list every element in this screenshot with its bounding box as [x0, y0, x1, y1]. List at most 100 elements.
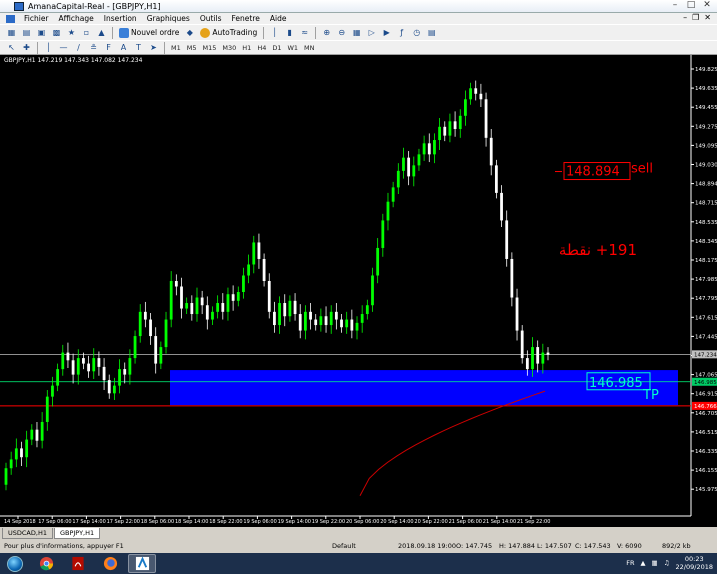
timeframe-h1[interactable]: H1	[239, 44, 254, 52]
autotrading-button[interactable]: AutoTrading	[200, 27, 257, 38]
channel-icon[interactable]: ≗	[88, 42, 99, 53]
new-chart-icon[interactable]: ▦	[6, 27, 17, 38]
menu-insertion[interactable]: Insertion	[99, 14, 142, 23]
trendline-icon[interactable]: ∕	[73, 42, 84, 53]
bar-chart-icon[interactable]: │	[269, 27, 280, 38]
candle-body	[427, 143, 431, 155]
autoscroll-icon[interactable]: ▷	[366, 27, 377, 38]
status-high: H: 147.884	[499, 542, 536, 550]
line-chart-icon[interactable]: ≈	[299, 27, 310, 38]
tray-language[interactable]: FR	[626, 559, 634, 567]
timeframe-m1[interactable]: M1	[168, 44, 184, 52]
candlestick-icon[interactable]: ▮	[284, 27, 295, 38]
timeframe-m5[interactable]: M5	[184, 44, 200, 52]
fibonacci-icon[interactable]: F	[103, 42, 114, 53]
new-order-button[interactable]: Nouvel ordre	[119, 27, 179, 38]
mdi-restore-button[interactable]: ❐	[692, 13, 699, 22]
tab-usdcad[interactable]: USDCAD,H1	[2, 528, 53, 539]
candle-body	[371, 275, 374, 306]
text-tool-icon[interactable]: A	[118, 42, 129, 53]
timeframe-d1[interactable]: D1	[269, 44, 284, 52]
metaeditor-icon[interactable]: ◆	[184, 27, 195, 38]
tester-icon[interactable]: ▲	[96, 27, 107, 38]
tp-text-label: TP	[642, 388, 659, 403]
profiles-icon[interactable]: ▤	[21, 27, 32, 38]
candle-body	[360, 314, 364, 323]
tab-gbpjpy[interactable]: GBPJPY,H1	[53, 528, 101, 539]
candle-body	[195, 297, 199, 315]
candle-body	[422, 143, 426, 155]
chart-area[interactable]: 149.825 149.635 149.455 149.275 149.095 149.0…	[0, 55, 717, 527]
horizontal-line-icon[interactable]: —	[58, 42, 69, 53]
menu-bar: Fichier Affichage Insertion Graphiques O…	[0, 13, 717, 24]
tile-windows-icon[interactable]: ▦	[351, 27, 362, 38]
menu-aide[interactable]: Aide	[265, 14, 292, 23]
candle-body	[180, 286, 183, 309]
chart-shift-icon[interactable]: ▶	[381, 27, 392, 38]
zoom-in-icon[interactable]: ⊕	[321, 27, 332, 38]
standard-toolbar: ▦ ▤ ▣ ▩ ★ ▫ ▲ Nouvel ordre ◆ AutoTrading…	[0, 24, 717, 40]
candle-body	[489, 137, 493, 166]
periods-icon[interactable]: ◷	[411, 27, 422, 38]
candle-body	[164, 319, 168, 348]
timeframe-m15[interactable]: M15	[200, 44, 220, 52]
menu-outils[interactable]: Outils	[195, 14, 227, 23]
taskbar-chrome[interactable]	[32, 554, 60, 573]
crosshair-icon[interactable]: ✚	[21, 42, 32, 53]
arrow-tool-icon[interactable]: ➤	[148, 42, 159, 53]
vertical-line-icon[interactable]: │	[43, 42, 54, 53]
mdi-close-button[interactable]: ✕	[704, 13, 711, 22]
start-button[interactable]	[0, 553, 30, 574]
timeframe-h4[interactable]: H4	[254, 44, 269, 52]
status-datetime: 2018.09.18 19:00	[398, 542, 457, 550]
templates-icon[interactable]: ▤	[426, 27, 437, 38]
timeframe-w1[interactable]: W1	[284, 44, 301, 52]
price-chart[interactable]: 149.825 149.635 149.455 149.275 149.095 149.0…	[0, 55, 717, 527]
time-tick-label: 20 Sep 06:00	[346, 519, 379, 525]
status-bar: Pour plus d'informations, appuyer F1 Def…	[0, 539, 717, 553]
candle-body	[453, 121, 457, 130]
taskbar-firefox[interactable]	[96, 554, 124, 573]
close-button[interactable]: ✕	[701, 1, 713, 11]
market-watch-icon[interactable]: ▣	[36, 27, 47, 38]
maximize-button[interactable]: □	[685, 1, 697, 11]
candle-body	[433, 140, 436, 155]
candle-body	[283, 303, 287, 317]
candle-body	[536, 347, 540, 364]
status-low: L: 147.507	[537, 542, 572, 550]
navigator-icon[interactable]: ★	[66, 27, 77, 38]
time-tick-label: 19 Sep 14:00	[278, 519, 311, 525]
tray-clock[interactable]: 00:23 22/09/2018	[676, 555, 713, 571]
timeframe-mn[interactable]: MN	[301, 44, 317, 52]
tray-network-icon[interactable]: ▦	[652, 559, 658, 567]
time-tick-label: 21 Sep 06:00	[449, 519, 482, 525]
data-window-icon[interactable]: ▩	[51, 27, 62, 38]
label-tool-icon[interactable]: T	[133, 42, 144, 53]
menu-graphiques[interactable]: Graphiques	[142, 14, 195, 23]
indicators-icon[interactable]: ƒ	[396, 27, 407, 38]
tray-volume-icon[interactable]: ♫	[664, 559, 670, 567]
time-tick-label: 19 Sep 22:00	[312, 519, 345, 525]
minimize-button[interactable]: –	[669, 1, 681, 11]
candle-body	[87, 363, 90, 372]
candle-body	[35, 429, 39, 441]
taskbar-acrobat[interactable]	[64, 554, 92, 573]
tray-up-arrow-icon[interactable]: ▲	[641, 559, 646, 567]
windows-logo-icon	[7, 555, 23, 572]
menu-fenetre[interactable]: Fenetre	[227, 14, 265, 23]
candle-body	[138, 311, 142, 337]
mdi-minimize-button[interactable]: –	[683, 13, 687, 22]
taskbar-metatrader[interactable]	[128, 554, 156, 573]
menu-fichier[interactable]: Fichier	[19, 14, 54, 23]
candle-body	[288, 300, 292, 317]
menu-affichage[interactable]: Affichage	[54, 14, 99, 23]
sell-price-label: 148.894	[566, 165, 620, 180]
zoom-out-icon[interactable]: ⊖	[336, 27, 347, 38]
tp-price-label: 146.985	[589, 376, 643, 391]
terminal-icon[interactable]: ▫	[81, 27, 92, 38]
cursor-icon[interactable]: ↖	[6, 42, 17, 53]
timeframe-m30[interactable]: M30	[219, 44, 239, 52]
sell-text-label: sell	[631, 162, 653, 177]
candle-body	[257, 242, 261, 259]
candle-body	[525, 358, 529, 370]
